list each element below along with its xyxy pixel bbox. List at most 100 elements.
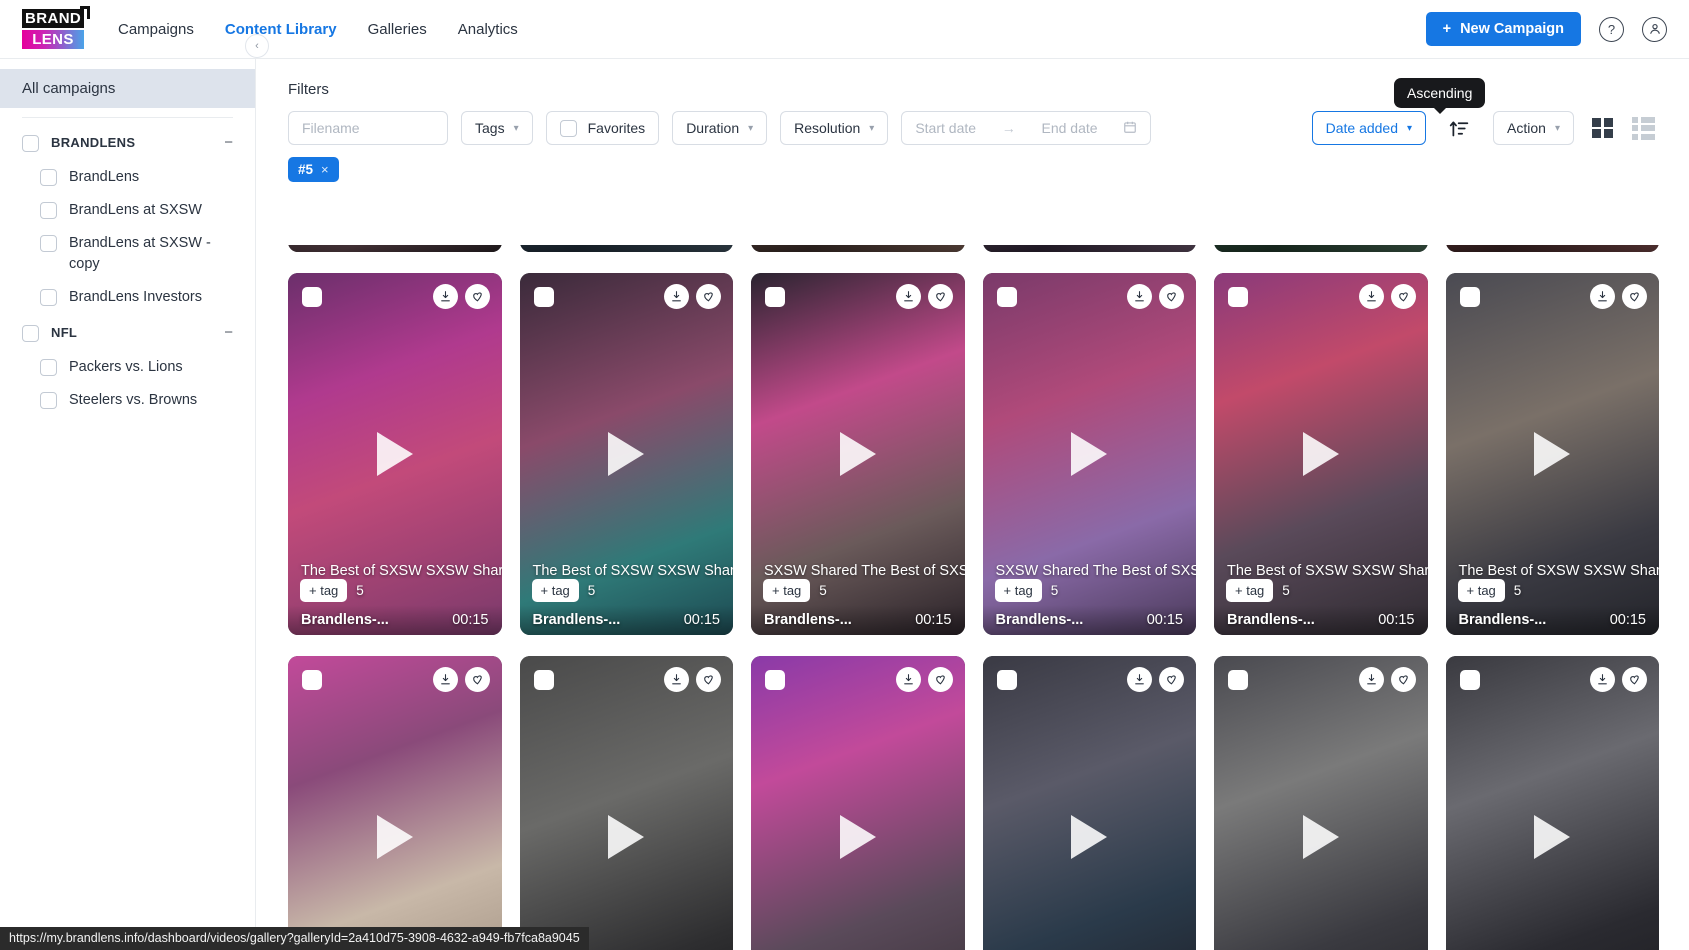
favorite-heart-icon[interactable]	[696, 667, 721, 692]
video-select-checkbox[interactable]	[302, 287, 322, 307]
collapse-minus-icon[interactable]: −	[224, 134, 233, 151]
favorite-heart-icon[interactable]	[464, 667, 490, 692]
sidebar-item-checkbox[interactable]	[40, 169, 57, 186]
video-card[interactable]: The Best of SXSW SXSW Shared + tag 5 Brandl…	[519, 273, 733, 635]
favorite-heart-icon[interactable]	[1622, 667, 1647, 692]
add-tag-button[interactable]: + tag	[300, 579, 348, 602]
sort-field-dropdown[interactable]: Date added ▾	[1311, 111, 1427, 145]
video-card[interactable]	[1214, 656, 1428, 950]
download-icon[interactable]	[895, 284, 921, 309]
download-icon[interactable]	[895, 667, 921, 692]
nav-item-content-library[interactable]: Content Library	[225, 21, 337, 38]
sort-direction-ascending-icon[interactable]	[1439, 118, 1480, 139]
video-select-checkbox[interactable]	[996, 670, 1017, 690]
favorite-heart-icon[interactable]	[696, 284, 721, 309]
download-icon[interactable]	[1127, 284, 1152, 309]
video-card[interactable]: + tag5Brandlens-...00:15	[519, 245, 733, 252]
collapse-minus-icon[interactable]: −	[224, 324, 233, 341]
start-date-input[interactable]: Start date	[915, 120, 976, 136]
sidebar-group-checkbox-brandlens[interactable]	[22, 135, 39, 152]
grid-view-icon[interactable]	[1587, 112, 1618, 144]
add-tag-button[interactable]: + tag	[531, 579, 579, 602]
video-card[interactable]	[1445, 656, 1659, 950]
new-campaign-button[interactable]: + New Campaign	[1425, 12, 1581, 46]
help-icon[interactable]: ?	[1599, 16, 1624, 42]
video-card[interactable]: SXSW Shared The Best of SXSW + tag 5 Brandl…	[751, 273, 965, 635]
sidebar-group-brandlens[interactable]: BRANDLENS −	[0, 124, 255, 161]
resolution-dropdown[interactable]: Resolution ▾	[780, 111, 889, 145]
end-date-input[interactable]: End date	[1042, 120, 1098, 136]
sidebar-item-checkbox[interactable]	[40, 202, 57, 219]
sidebar-item-brandlens-at-sxsw-copy[interactable]: BrandLens at SXSW - copy	[0, 227, 255, 281]
download-icon[interactable]	[664, 284, 689, 309]
sidebar-item-brandlens-at-sxsw[interactable]: BrandLens at SXSW	[0, 194, 255, 227]
account-avatar-icon[interactable]	[1642, 16, 1667, 42]
list-view-icon[interactable]	[1628, 112, 1659, 144]
sidebar-item-steelers-vs-browns[interactable]: Steelers vs. Browns	[0, 384, 255, 417]
video-card[interactable]: + tag5Brandlens-...00:15	[982, 245, 1196, 252]
active-tag-chip[interactable]: #5 ×	[288, 157, 339, 182]
favorite-heart-icon[interactable]	[1159, 667, 1184, 692]
video-card[interactable]: SXSW Shared The Best of SXSW + tag 5 Brandl…	[982, 273, 1196, 635]
favorite-heart-icon[interactable]	[1390, 284, 1416, 309]
download-icon[interactable]	[1358, 667, 1384, 692]
video-select-checkbox[interactable]	[302, 670, 322, 690]
video-card[interactable]: + tag5Brandlens-...00:15	[1445, 245, 1659, 252]
action-dropdown[interactable]: Action ▾	[1493, 111, 1574, 145]
video-select-checkbox[interactable]	[1459, 287, 1480, 307]
video-select-checkbox[interactable]	[1459, 670, 1480, 690]
sidebar-item-checkbox[interactable]	[40, 289, 57, 306]
sidebar-collapse-chevron-left-icon[interactable]: ‹	[245, 34, 269, 58]
favorites-filter[interactable]: Favorites	[545, 111, 660, 145]
video-select-checkbox[interactable]	[765, 670, 785, 690]
video-select-checkbox[interactable]	[765, 287, 785, 307]
date-range-picker[interactable]: Start date → End date	[901, 111, 1152, 145]
video-select-checkbox[interactable]	[533, 670, 554, 690]
download-icon[interactable]	[664, 667, 689, 692]
sidebar-group-nfl[interactable]: NFL −	[0, 314, 255, 351]
sidebar-item-all-campaigns[interactable]: All campaigns	[0, 69, 255, 108]
add-tag-button[interactable]: + tag	[1226, 579, 1274, 602]
download-icon[interactable]	[1358, 284, 1384, 309]
tags-dropdown[interactable]: Tags ▾	[461, 111, 533, 145]
video-select-checkbox[interactable]	[1228, 287, 1248, 307]
video-card[interactable]: The Best of SXSW SXSW Shared + tag 5 Brandl…	[288, 273, 502, 635]
sidebar-item-brandlens-investors[interactable]: BrandLens Investors	[0, 281, 255, 314]
video-card[interactable]: + tag5Brandlens-...00:14	[288, 245, 502, 252]
favorite-heart-icon[interactable]	[927, 667, 953, 692]
video-card[interactable]	[982, 656, 1196, 950]
filename-input[interactable]: Filename	[288, 111, 448, 145]
close-icon[interactable]: ×	[321, 162, 329, 177]
nav-item-campaigns[interactable]: Campaigns	[118, 21, 194, 38]
video-grid-scroll-area[interactable]: + tag5Brandlens-...00:14 + tag5Brandlens-…	[256, 245, 1689, 950]
download-icon[interactable]	[1590, 284, 1615, 309]
download-icon[interactable]	[432, 667, 458, 692]
video-card[interactable]	[519, 656, 733, 950]
video-select-checkbox[interactable]	[1228, 670, 1248, 690]
video-card[interactable]	[751, 656, 965, 950]
video-card[interactable]: The Best of SXSW SXSW Shared + tag 5 Brandl…	[1214, 273, 1428, 635]
favorite-heart-icon[interactable]	[1159, 284, 1184, 309]
video-card[interactable]: + tag5Brandlens-...00:15	[751, 245, 965, 252]
sidebar-item-checkbox[interactable]	[40, 359, 57, 376]
favorite-heart-icon[interactable]	[927, 284, 953, 309]
video-select-checkbox[interactable]	[533, 287, 554, 307]
sidebar-item-checkbox[interactable]	[40, 235, 57, 252]
video-card[interactable]: The Best of SXSW SXSW Shared + tag 5 Brandl…	[1445, 273, 1659, 635]
add-tag-button[interactable]: + tag	[1457, 579, 1505, 602]
nav-item-galleries[interactable]: Galleries	[368, 21, 427, 38]
favorite-heart-icon[interactable]	[1390, 667, 1416, 692]
add-tag-button[interactable]: + tag	[994, 579, 1042, 602]
favorite-heart-icon[interactable]	[1622, 284, 1647, 309]
sidebar-item-packers-vs-lions[interactable]: Packers vs. Lions	[0, 351, 255, 384]
download-icon[interactable]	[1590, 667, 1615, 692]
video-card[interactable]: + tag5Brandlens-...00:15	[1214, 245, 1428, 252]
download-icon[interactable]	[432, 284, 458, 309]
duration-dropdown[interactable]: Duration ▾	[672, 111, 768, 145]
download-icon[interactable]	[1127, 667, 1152, 692]
nav-item-analytics[interactable]: Analytics	[458, 21, 518, 38]
favorites-checkbox[interactable]	[559, 119, 577, 137]
brandlens-logo[interactable]: BRAND LENS	[22, 6, 90, 49]
video-select-checkbox[interactable]	[996, 287, 1017, 307]
add-tag-button[interactable]: + tag	[763, 579, 811, 602]
